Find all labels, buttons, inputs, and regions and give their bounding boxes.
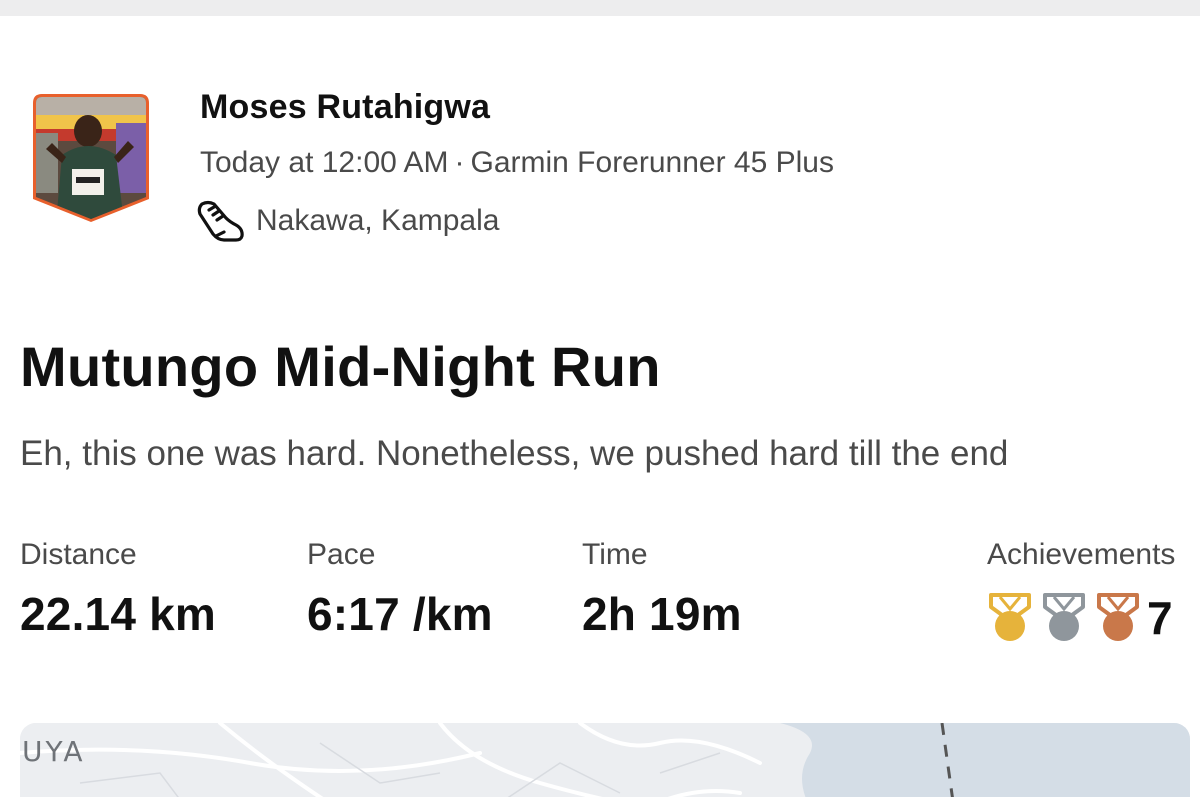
running-shoe-icon <box>196 198 246 244</box>
silver-medal-icon <box>1043 593 1085 641</box>
stat-pace-value: 6:17 /km <box>307 588 493 640</box>
meta-separator: · <box>454 146 465 179</box>
top-divider <box>0 0 1200 16</box>
gold-medal-icon <box>989 593 1031 641</box>
athlete-name[interactable]: Moses Rutahigwa <box>200 88 490 127</box>
map-place-label: UYA <box>22 735 86 768</box>
location-row: Nakawa, Kampala <box>196 198 499 244</box>
stat-distance-label: Distance <box>20 538 137 571</box>
stat-pace-label: Pace <box>307 538 376 571</box>
stat-time-label: Time <box>582 538 648 571</box>
activity-location: Nakawa, Kampala <box>256 204 500 237</box>
stat-pace: Pace 6:17 /km <box>307 536 493 640</box>
device-name: Garmin Forerunner 45 Plus <box>470 146 835 179</box>
bronze-medal-icon <box>1097 593 1139 641</box>
athlete-avatar[interactable] <box>32 93 150 223</box>
stat-achievements[interactable]: Achievements 7 <box>987 536 1175 644</box>
activity-meta: Today at 12:00 AM · Garmin Forerunner 45 P… <box>200 146 834 180</box>
stat-distance-value: 22.14 km <box>20 588 216 640</box>
stat-distance: Distance 22.14 km <box>20 536 216 640</box>
activity-title[interactable]: Mutungo Mid-Night Run <box>20 334 661 399</box>
activity-page: Moses Rutahigwa Today at 12:00 AM · Garmin… <box>0 0 1200 797</box>
stat-achievements-label: Achievements <box>987 538 1176 571</box>
route-map[interactable]: UYA <box>20 723 1190 797</box>
stat-time-value: 2h 19m <box>582 588 742 640</box>
stat-time: Time 2h 19m <box>582 536 742 640</box>
activity-timestamp: Today at 12:00 AM <box>200 146 449 179</box>
activity-description: Eh, this one was hard. Nonetheless, we p… <box>20 434 1009 473</box>
achievement-count: 7 <box>1147 592 1173 644</box>
achievement-medals[interactable]: 7 <box>987 592 1175 644</box>
